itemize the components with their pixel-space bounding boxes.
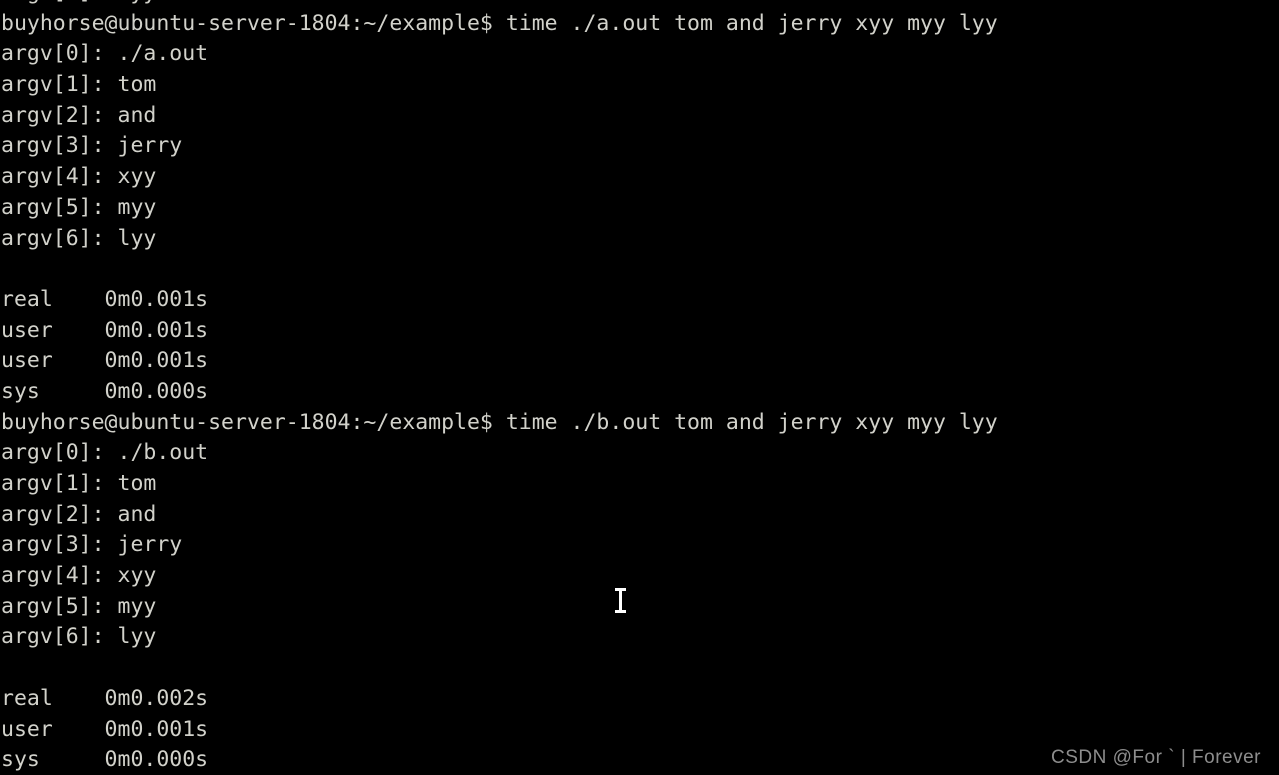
terminal-line: argv[5]: myy xyxy=(1,593,157,619)
terminal-screen[interactable]: argv[6]: lyy buyhorse@ubuntu-server-1804… xyxy=(0,0,1279,775)
terminal-line: real 0m0.001s xyxy=(1,286,209,312)
terminal-line: user 0m0.001s xyxy=(1,348,209,374)
terminal-line: real 0m0.002s xyxy=(1,685,209,711)
terminal-line: argv[4]: xyy xyxy=(1,563,157,589)
terminal-prompt-line: buyhorse@ubuntu-server-1804:~/example$ t… xyxy=(1,409,998,435)
csdn-watermark: CSDN @For ` | Forever xyxy=(1051,747,1261,768)
terminal-line: argv[6]: lyy xyxy=(0,0,1279,9)
terminal-line: argv[4]: xyy xyxy=(1,164,157,190)
terminal-line: user 0m0.001s xyxy=(1,317,209,343)
terminal-line: argv[2]: and xyxy=(1,102,157,128)
terminal-line: argv[2]: and xyxy=(1,501,157,527)
terminal-line: argv[5]: myy xyxy=(1,194,157,220)
terminal-window[interactable]: argv[6]: lyy buyhorse@ubuntu-server-1804… xyxy=(0,0,1279,775)
terminal-line: sys 0m0.000s xyxy=(1,378,209,404)
terminal-line: argv[3]: jerry xyxy=(1,133,183,159)
terminal-line: argv[1]: tom xyxy=(1,471,157,496)
terminal-line: argv[0]: ./a.out xyxy=(1,41,209,67)
terminal-prompt-line: buyhorse@ubuntu-server-1804:~/example$ t… xyxy=(1,10,998,36)
terminal-line: argv[6]: lyy xyxy=(1,225,157,251)
terminal-line: argv[0]: ./b.out xyxy=(1,440,209,466)
terminal-line: argv[6]: lyy xyxy=(1,624,157,650)
terminal-line: argv[1]: tom xyxy=(1,72,157,98)
terminal-line: user 0m0.001s xyxy=(1,716,209,742)
terminal-line: argv[3]: jerry xyxy=(1,532,183,558)
